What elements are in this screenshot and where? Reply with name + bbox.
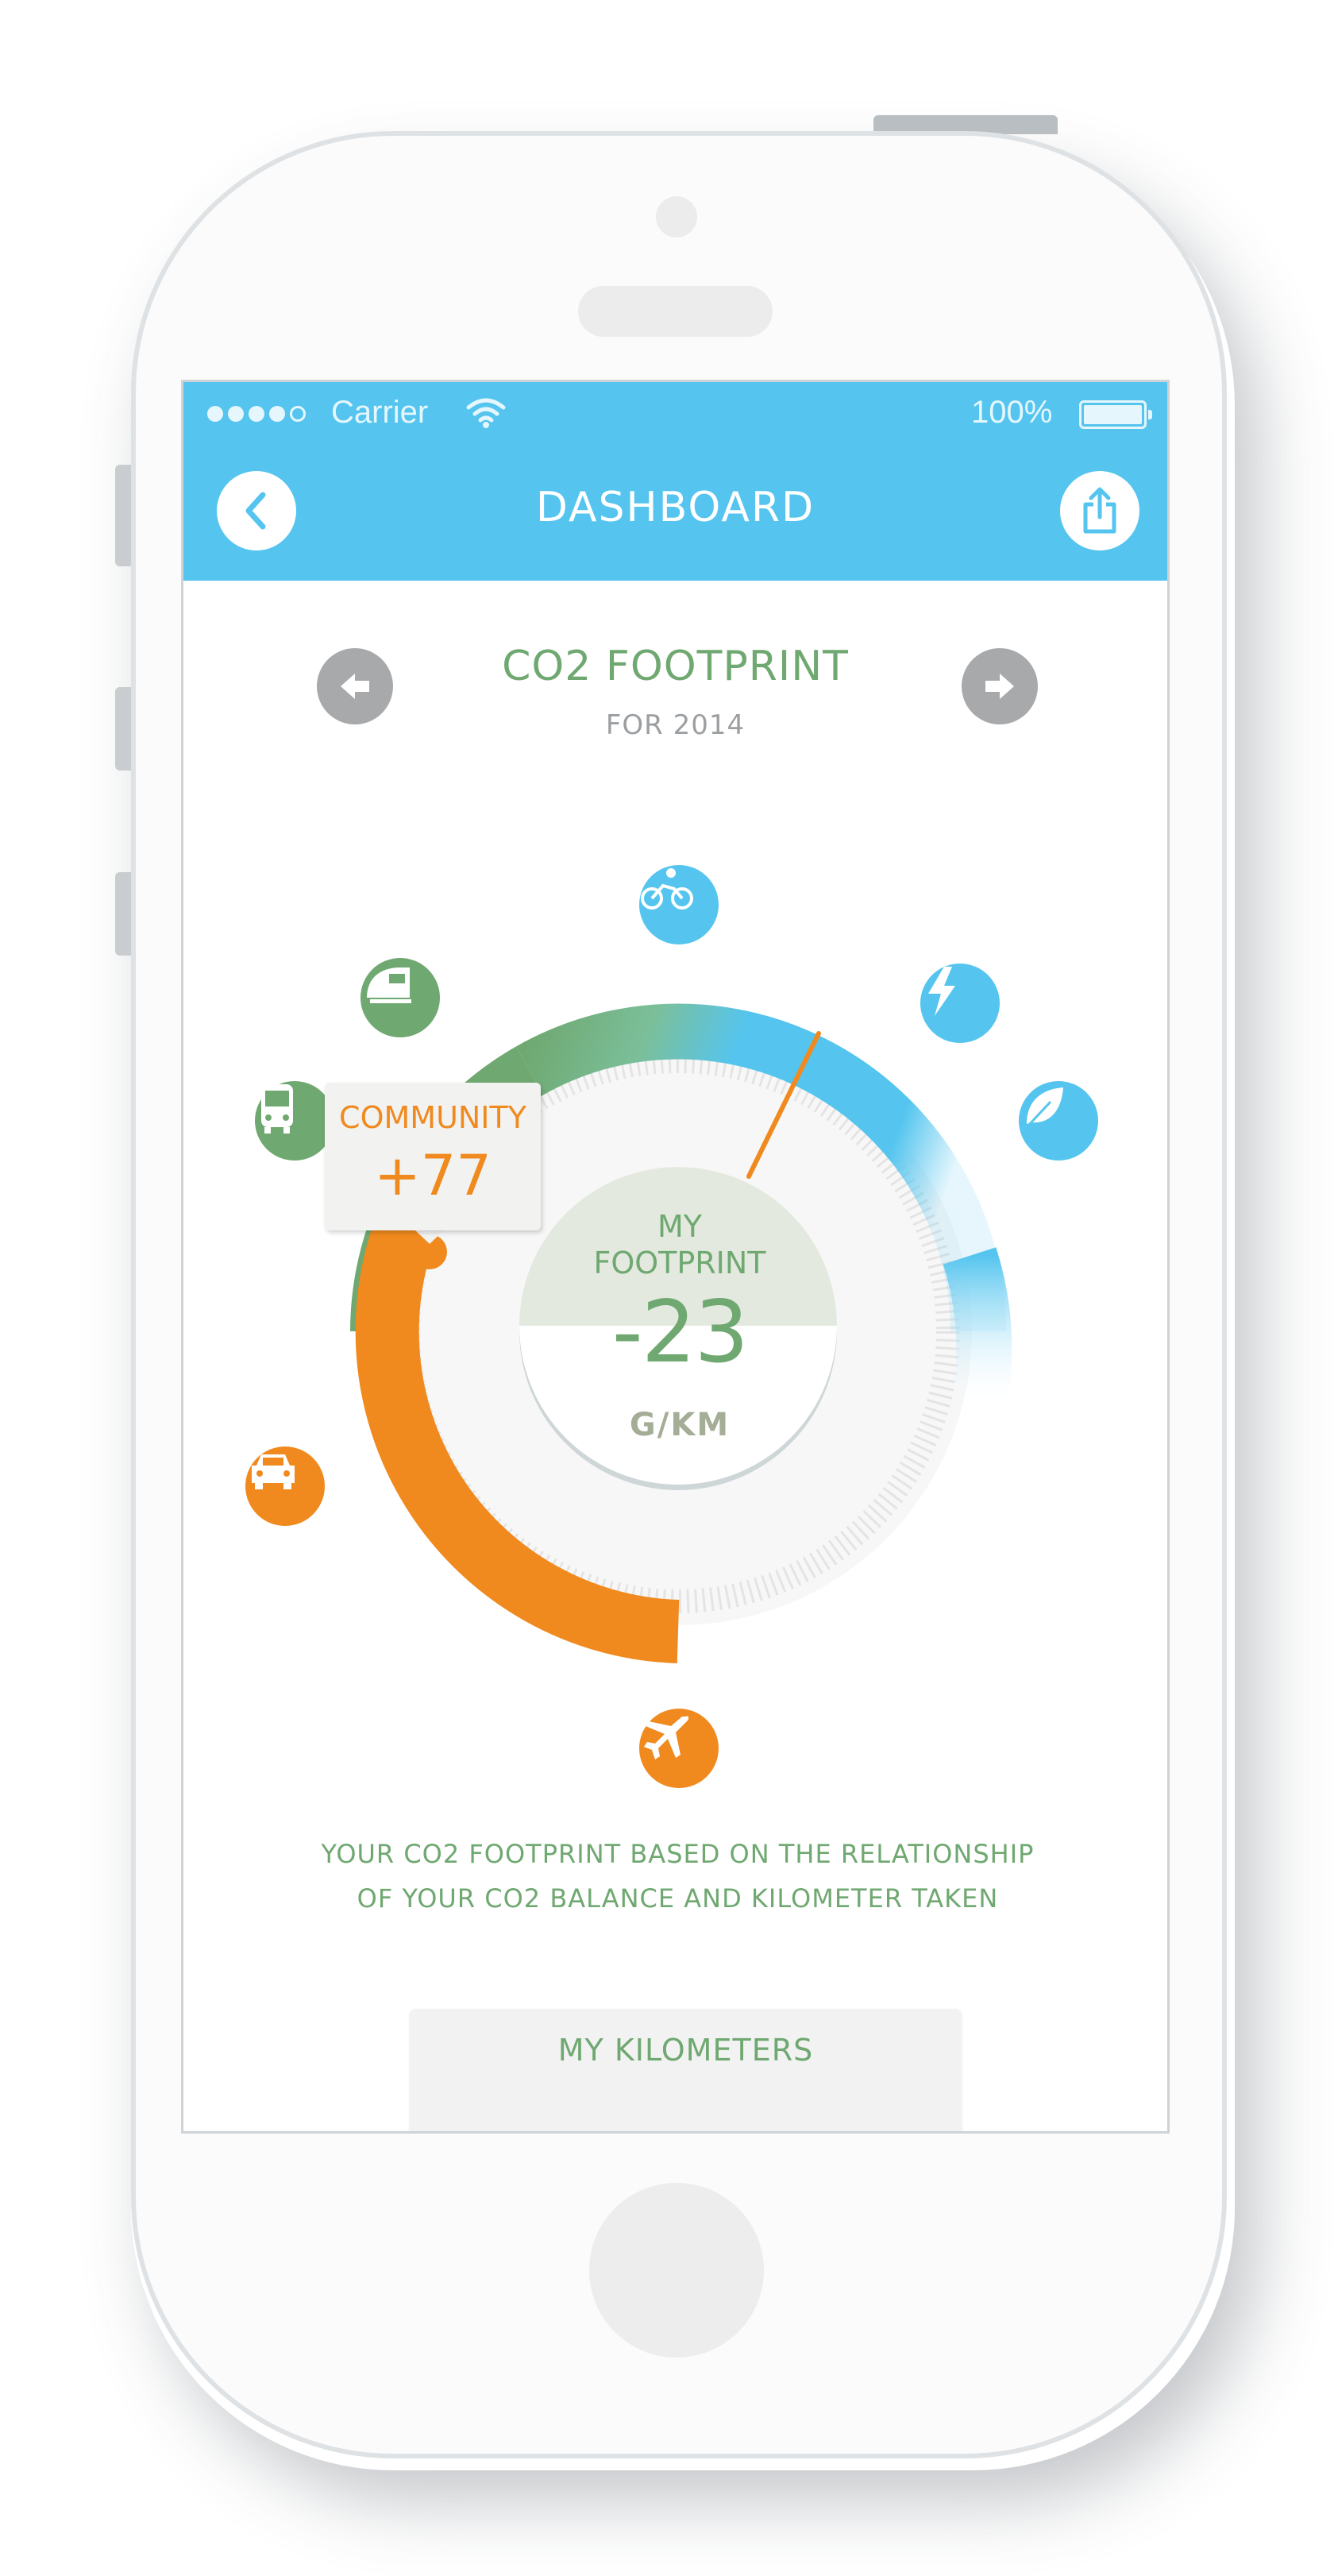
speaker: [578, 286, 773, 337]
car-icon[interactable]: [245, 1446, 325, 1526]
community-label: COMMUNITY: [339, 1100, 526, 1135]
my-footprint-value: -23: [611, 1283, 749, 1382]
bus-icon[interactable]: [255, 1081, 334, 1161]
stage: Carrier 100% DASHBOARD CO2 FOOTPRINT FOR…: [0, 0, 1334, 2576]
my-footprint-label-line2: FOOTPRINT: [593, 1246, 766, 1280]
my-footprint-label-line1: MY: [657, 1209, 702, 1244]
my-kilometers-tab[interactable]: MY KILOMETERS: [410, 2010, 962, 2131]
front-camera: [656, 196, 697, 238]
volume-up-button: [115, 687, 133, 770]
community-value: +77: [374, 1143, 492, 1208]
plane-icon[interactable]: [639, 1709, 719, 1788]
footprint-unit: G/KM: [629, 1407, 731, 1443]
footprint-description: YOUR CO2 FOOTPRINT BASED ON THE RELATION…: [215, 1832, 1140, 1921]
description-line2: OF YOUR CO2 BALANCE AND KILOMETER TAKEN: [357, 1883, 999, 1914]
mute-switch: [115, 465, 133, 566]
bicycle-icon[interactable]: [639, 865, 719, 944]
train-icon[interactable]: [360, 958, 440, 1037]
lightning-icon[interactable]: [920, 964, 1000, 1043]
description-line1: YOUR CO2 FOOTPRINT BASED ON THE RELATION…: [321, 1839, 1035, 1869]
my-footprint-label: MY FOOTPRINT: [533, 1208, 827, 1281]
volume-down-button: [115, 872, 133, 956]
arc-fade: [943, 1247, 1012, 1412]
leaf-icon[interactable]: [1019, 1081, 1098, 1161]
home-button[interactable]: [589, 2183, 764, 2358]
app-screen: Carrier 100% DASHBOARD CO2 FOOTPRINT FOR…: [181, 380, 1170, 2134]
my-kilometers-label: MY KILOMETERS: [557, 2033, 814, 2068]
community-tooltip: COMMUNITY +77: [325, 1083, 541, 1230]
